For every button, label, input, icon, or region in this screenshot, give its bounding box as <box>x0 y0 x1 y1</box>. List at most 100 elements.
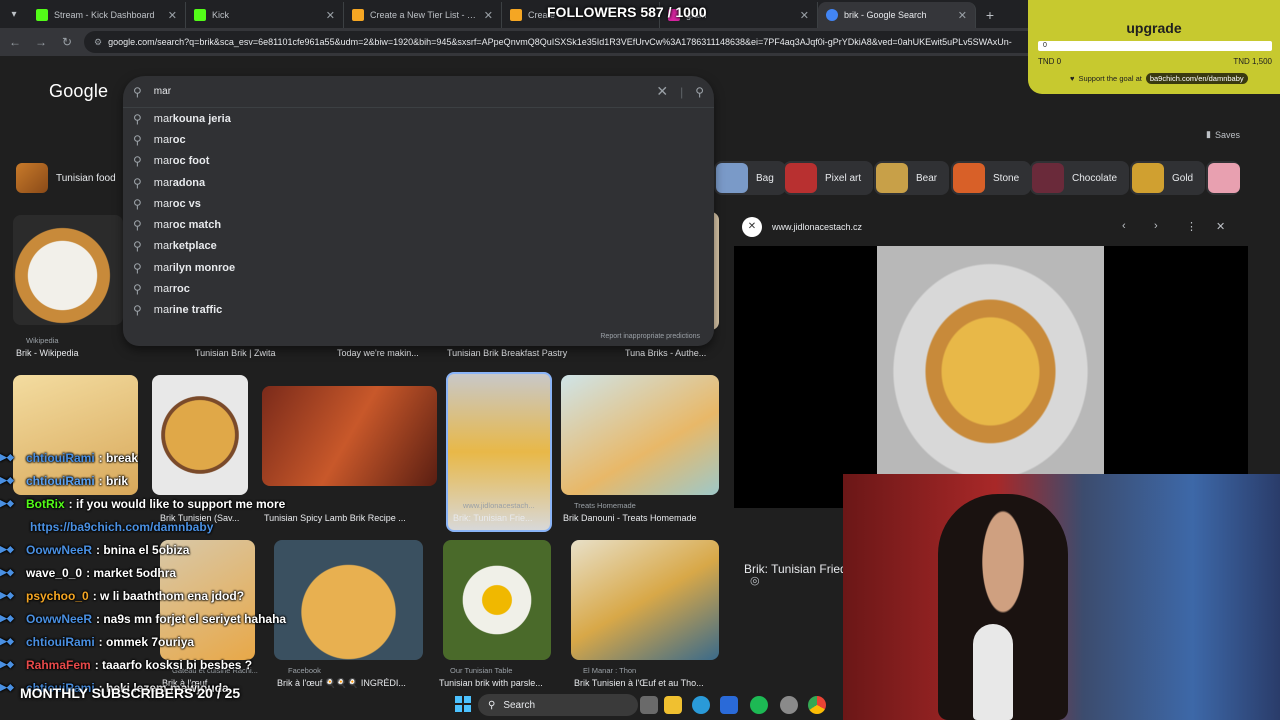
preview-title[interactable]: Brik: Tunisian Fried <box>744 562 847 576</box>
chip-label: Pixel art <box>825 172 862 184</box>
chat-message: ▶◆ chtiouiRami: break <box>0 446 320 469</box>
more-options-icon[interactable]: ⋮ <box>1186 220 1197 233</box>
chat-badge-icon: ▶◆ <box>0 613 14 623</box>
kick-icon <box>194 9 206 21</box>
suggestion-item[interactable]: ⚲ maroc <box>123 129 714 150</box>
preview-site[interactable]: www.jidlonacestach.cz <box>772 222 862 232</box>
clear-icon[interactable]: ✕ <box>656 83 668 100</box>
tab-title: Create a New Tier List - TierMa <box>370 10 478 20</box>
chrome-icon[interactable] <box>808 696 826 714</box>
previous-icon[interactable]: ‹ <box>1122 220 1126 232</box>
forward-button[interactable]: → <box>32 35 50 49</box>
suggestion-text: maroc foot <box>154 155 210 167</box>
suggestion-text: markouna jeria <box>154 113 231 125</box>
saves-link[interactable]: ▮ Saves <box>1206 129 1240 140</box>
tab-google-search[interactable]: brik - Google Search ✕ <box>818 2 976 28</box>
suggestion-list: ⚲ markouna jeria ⚲ maroc ⚲ maroc foot ⚲ maradon… <box>123 108 714 321</box>
search-icon: ⚲ <box>133 303 142 318</box>
reload-button[interactable]: ↻ <box>58 35 76 49</box>
chip-label: Bear <box>916 172 938 184</box>
chip-stone[interactable]: Stone <box>951 161 1032 195</box>
chip-more[interactable] <box>1206 161 1240 195</box>
close-tab-icon[interactable]: ✕ <box>484 9 493 22</box>
search-submit-icon[interactable]: ⚲ <box>695 85 704 99</box>
next-icon[interactable]: › <box>1154 220 1158 232</box>
result-title[interactable]: Tunisian Brik | Zwita <box>195 348 325 358</box>
goal-min: TND 0 <box>1038 57 1062 66</box>
suggestion-prefix: mar <box>153 176 173 189</box>
chat-text: : brik <box>98 473 129 488</box>
close-tab-icon[interactable]: ✕ <box>958 9 967 22</box>
suggestion-completion: oc match <box>172 219 222 232</box>
tab-kick[interactable]: Kick ✕ <box>186 2 344 28</box>
suggestion-prefix: mar <box>153 304 173 317</box>
chat-text: https://ba9chich.com/damnbaby <box>30 519 214 534</box>
suggestion-item[interactable]: ⚲ maradona <box>123 172 714 193</box>
close-tab-icon[interactable]: ✕ <box>326 9 335 22</box>
suggestion-item[interactable]: ⚲ marine traffic <box>123 300 714 321</box>
spotify-icon[interactable] <box>750 696 768 714</box>
back-button[interactable]: ← <box>6 35 24 49</box>
result-title[interactable]: Brik - Wikipedia <box>16 348 166 358</box>
result-title[interactable]: Brik Danouni - Treats Homemade <box>563 513 718 523</box>
close-preview-icon[interactable]: ✕ <box>1216 220 1225 233</box>
suggestion-item[interactable]: ⚲ marketplace <box>123 236 714 257</box>
result-title[interactable]: Tuna Briks - Authe... <box>625 348 715 358</box>
suggestion-item[interactable]: ⚲ maroc foot <box>123 151 714 172</box>
result-image[interactable] <box>13 215 123 325</box>
close-tab-icon[interactable]: ✕ <box>168 9 177 22</box>
tab-title: brik - Google Search <box>844 10 927 20</box>
suggestion-item[interactable]: ⚲ marroc <box>123 278 714 299</box>
result-title[interactable]: Today we're makin... <box>337 348 437 358</box>
close-tab-icon[interactable]: ✕ <box>800 9 809 22</box>
suggestion-item[interactable]: ⚲ marilyn monroe <box>123 257 714 278</box>
webcam-feed <box>843 474 1280 720</box>
result-image[interactable] <box>561 375 719 495</box>
report-predictions-link[interactable]: Report inappropriate predictions <box>600 333 700 340</box>
result-title[interactable]: Brik Tunisien à l'Œuf et au Tho... <box>574 678 719 688</box>
result-title[interactable]: Tunisian brik with parsle... <box>439 678 551 688</box>
site-info-icon[interactable]: ⚙ <box>94 37 102 48</box>
suggestion-text: marilyn monroe <box>154 262 235 274</box>
search-icon: ⚲ <box>133 175 142 190</box>
chip-gold[interactable]: Gold <box>1130 161 1206 195</box>
chat-username: wave_0_0 <box>26 565 83 580</box>
edge-icon[interactable] <box>692 696 710 714</box>
chat-message: ▶◆ BotRix: if you would like to support m… <box>0 492 320 515</box>
preview-image[interactable] <box>734 246 1248 508</box>
taskbar-search[interactable]: ⚲ Search <box>478 694 638 716</box>
search-bar[interactable]: ⚲ mar ✕ | ⚲ <box>123 76 714 108</box>
chat-badge-icon: ▶◆ <box>0 452 14 462</box>
chip-pixel-art[interactable]: Pixel art <box>783 161 874 195</box>
tab-search-icon[interactable]: ▾ <box>0 0 28 28</box>
result-title[interactable]: Brik: Tunisian Frie... <box>453 513 548 523</box>
suggestion-item[interactable]: ⚲ markouna jeria <box>123 108 714 129</box>
goal-max: TND 1,500 <box>1233 57 1272 66</box>
store-icon[interactable] <box>720 696 738 714</box>
saves-label: Saves <box>1214 129 1240 140</box>
chip-bear[interactable]: Bear <box>874 161 950 195</box>
chip-chocolate[interactable]: Chocolate <box>1030 161 1130 195</box>
settings-icon[interactable] <box>780 696 798 714</box>
goal-progress-bar: 0 <box>1038 41 1272 51</box>
result-source: El Manar : Thon <box>583 666 637 675</box>
result-image[interactable] <box>571 540 719 660</box>
chip-tunisian-food[interactable]: Tunisian food <box>14 161 128 195</box>
suggestion-prefix: mar <box>153 261 173 274</box>
suggestion-item[interactable]: ⚲ maroc vs <box>123 193 714 214</box>
result-image[interactable] <box>443 540 551 660</box>
tab-tiermaker[interactable]: Create a New Tier List - TierMa ✕ <box>344 2 502 28</box>
search-input[interactable]: mar <box>154 86 645 97</box>
chip-bag[interactable]: Bag <box>714 161 786 195</box>
suggestion-item[interactable]: ⚲ maroc match <box>123 214 714 235</box>
windows-start-icon[interactable] <box>455 696 471 712</box>
tab-kick-dashboard[interactable]: Stream - Kick Dashboard ✕ <box>28 2 186 28</box>
chat-badge-icon: ▶◆ <box>0 590 14 600</box>
task-view-icon[interactable] <box>640 696 658 714</box>
result-title[interactable]: Tunisian Brik Breakfast Pastry <box>447 348 597 358</box>
divider: | <box>680 84 684 99</box>
file-explorer-icon[interactable] <box>664 696 682 714</box>
new-tab-button[interactable]: + <box>976 2 1004 28</box>
suggestion-completion: ketplace <box>172 240 217 253</box>
google-logo[interactable]: Google <box>49 81 108 102</box>
